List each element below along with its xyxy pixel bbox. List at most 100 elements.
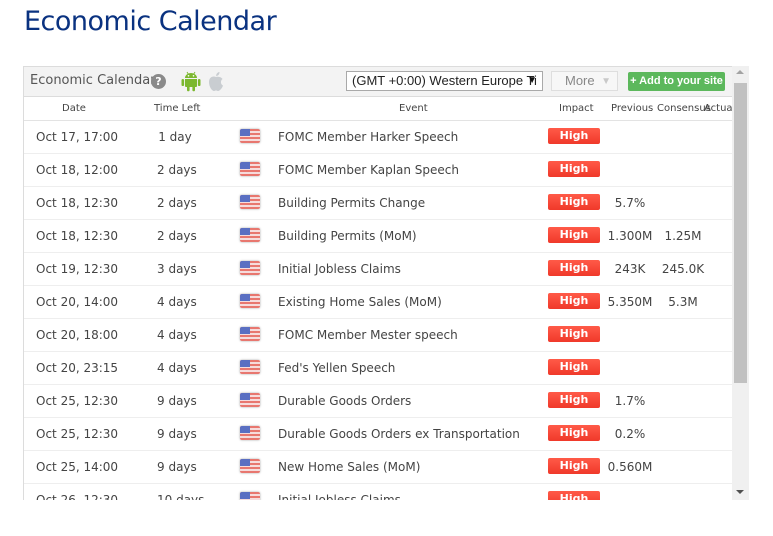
table-row[interactable]: Oct 17, 17:00 1 day FOMC Member Harker Spe… <box>24 121 732 154</box>
impact-badge: High <box>548 425 600 441</box>
event-date: Oct 26, 12:30 <box>36 493 119 500</box>
event-name[interactable]: New Home Sales (MoM) <box>278 460 420 474</box>
event-date: Oct 25, 12:30 <box>36 427 119 441</box>
event-date: Oct 17, 17:00 <box>36 130 119 144</box>
event-date: Oct 20, 14:00 <box>36 295 119 309</box>
event-name[interactable]: Building Permits Change <box>278 196 425 210</box>
event-name[interactable]: Durable Goods Orders <box>278 394 411 408</box>
us-flag-icon <box>240 162 260 176</box>
header-date: Date <box>62 103 86 114</box>
previous-value: 0.560M <box>607 460 653 474</box>
table-row[interactable]: Oct 25, 12:30 9 days Durable Goods Orders … <box>24 418 732 451</box>
us-flag-icon <box>240 426 260 440</box>
event-date: Oct 25, 12:30 <box>36 394 119 408</box>
impact-badge: High <box>548 359 600 375</box>
timezone-value: (GMT +0:00) Western Europe Ti <box>352 73 537 88</box>
scroll-up-arrow-icon[interactable] <box>736 70 744 74</box>
event-time-left: 1 day <box>158 130 192 144</box>
header-impact: Impact <box>559 103 594 114</box>
table-row[interactable]: Oct 20, 14:00 4 days Existing Home Sales (… <box>24 286 732 319</box>
event-name[interactable]: Fed's Yellen Speech <box>278 361 395 375</box>
us-flag-icon <box>240 195 260 209</box>
us-flag-icon <box>240 294 260 308</box>
event-date: Oct 20, 23:15 <box>36 361 119 375</box>
table-row[interactable]: Oct 18, 12:00 2 days FOMC Member Kaplan Sp… <box>24 154 732 187</box>
impact-badge: High <box>548 458 600 474</box>
event-time-left: 4 days <box>157 361 197 375</box>
table-row[interactable]: Oct 20, 23:15 4 days Fed's Yellen Speech Hi… <box>24 352 732 385</box>
us-flag-icon <box>240 393 260 407</box>
table-row[interactable]: Oct 19, 12:30 3 days Initial Jobless Claim… <box>24 253 732 286</box>
table-row[interactable]: Oct 18, 12:30 2 days Building Permits (MoM… <box>24 220 732 253</box>
timezone-select[interactable]: (GMT +0:00) Western Europe Ti ▼ <box>346 71 543 91</box>
table-row[interactable]: Oct 25, 14:00 9 days New Home Sales (MoM) H… <box>24 451 732 484</box>
table-row[interactable]: Oct 20, 18:00 4 days FOMC Member Mester sp… <box>24 319 732 352</box>
event-date: Oct 18, 12:00 <box>36 163 119 177</box>
impact-badge: High <box>548 128 600 144</box>
add-to-site-button[interactable]: + Add to your site <box>628 72 725 91</box>
us-flag-icon <box>240 360 260 374</box>
us-flag-icon <box>240 459 260 473</box>
widget-toolbar: Economic Calendar ? (GMT +0:00) Western … <box>24 67 732 97</box>
event-name[interactable]: Initial Jobless Claims <box>278 493 401 500</box>
event-name[interactable]: Initial Jobless Claims <box>278 262 401 276</box>
chevron-down-icon: ▼ <box>527 75 537 86</box>
event-date: Oct 25, 14:00 <box>36 460 119 474</box>
more-button[interactable]: More ▼ <box>551 71 618 91</box>
event-time-left: 10 days <box>157 493 205 500</box>
apple-icon[interactable] <box>207 71 225 92</box>
event-time-left: 2 days <box>157 196 197 210</box>
event-name[interactable]: Existing Home Sales (MoM) <box>278 295 442 309</box>
event-time-left: 2 days <box>157 163 197 177</box>
impact-badge: High <box>548 161 600 177</box>
event-date: Oct 20, 18:00 <box>36 328 119 342</box>
scroll-down-arrow-icon[interactable] <box>736 490 744 494</box>
scrollbar-thumb[interactable] <box>734 83 747 383</box>
previous-value: 1.300M <box>607 229 653 243</box>
event-time-left: 9 days <box>157 427 197 441</box>
table-row[interactable]: Oct 25, 12:30 9 days Durable Goods Orders H… <box>24 385 732 418</box>
widget-title: Economic Calendar <box>30 73 156 88</box>
previous-value: 243K <box>614 262 646 276</box>
event-date: Oct 19, 12:30 <box>36 262 119 276</box>
previous-value: 5.350M <box>607 295 653 309</box>
previous-value: 1.7% <box>614 394 646 408</box>
event-time-left: 9 days <box>157 460 197 474</box>
event-date: Oct 18, 12:30 <box>36 229 119 243</box>
impact-badge: High <box>548 491 600 500</box>
android-icon[interactable] <box>181 71 201 92</box>
event-date: Oct 18, 12:30 <box>36 196 119 210</box>
header-actual: Actual <box>704 103 732 114</box>
previous-value: 5.7% <box>614 196 646 210</box>
event-name[interactable]: FOMC Member Kaplan Speech <box>278 163 459 177</box>
event-name[interactable]: Building Permits (MoM) <box>278 229 417 243</box>
calendar-frame: Economic Calendar ? (GMT +0:00) Western … <box>23 66 732 500</box>
impact-badge: High <box>548 326 600 342</box>
us-flag-icon <box>240 327 260 341</box>
header-event: Event <box>399 103 428 114</box>
event-time-left: 3 days <box>157 262 197 276</box>
event-time-left: 9 days <box>157 394 197 408</box>
impact-badge: High <box>548 227 600 243</box>
event-name[interactable]: FOMC Member Mester speech <box>278 328 458 342</box>
header-previous: Previous <box>611 103 654 114</box>
impact-badge: High <box>548 194 600 210</box>
event-name[interactable]: FOMC Member Harker Speech <box>278 130 458 144</box>
table-row[interactable]: Oct 18, 12:30 2 days Building Permits Chan… <box>24 187 732 220</box>
header-consensus: Consensus <box>657 103 711 114</box>
more-label: More <box>565 73 595 88</box>
help-icon[interactable]: ? <box>151 74 166 89</box>
us-flag-icon <box>240 261 260 275</box>
table-row[interactable]: Oct 26, 12:30 10 days Initial Jobless Clai… <box>24 484 732 500</box>
consensus-value: 5.3M <box>668 295 698 309</box>
event-name[interactable]: Durable Goods Orders ex Transportation <box>278 427 520 441</box>
event-list: Oct 17, 17:00 1 day FOMC Member Harker Spe… <box>24 121 732 500</box>
table-header: Date Time Left Event Impact Previous Con… <box>24 97 732 121</box>
chevron-down-icon: ▼ <box>601 76 611 87</box>
impact-badge: High <box>548 392 600 408</box>
header-time-left: Time Left <box>154 103 201 114</box>
consensus-value: 245.0K <box>661 262 705 276</box>
event-time-left: 2 days <box>157 229 197 243</box>
previous-value: 0.2% <box>614 427 646 441</box>
vertical-scrollbar[interactable] <box>732 66 749 500</box>
